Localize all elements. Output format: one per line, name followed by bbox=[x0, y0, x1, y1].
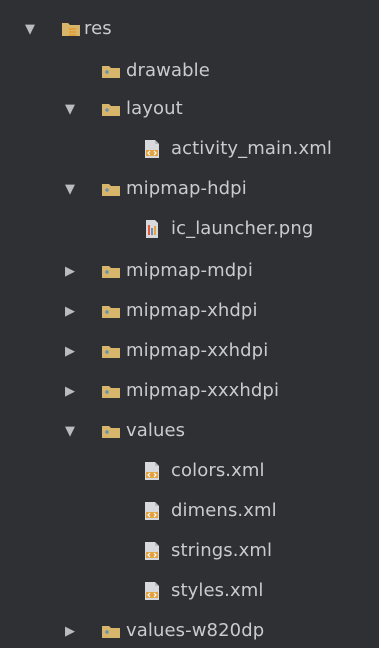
tree-node-mipmap-xhdpi[interactable]: ▶ mipmap-xhdpi bbox=[0, 292, 379, 330]
expand-arrow-icon[interactable]: ▼ bbox=[62, 423, 78, 439]
tree-node-styles-xml[interactable]: styles.xml bbox=[0, 572, 379, 610]
xml-file-icon bbox=[145, 462, 159, 480]
tree-label: mipmap-hdpi bbox=[126, 178, 247, 199]
resource-folder-icon bbox=[62, 23, 80, 36]
tree-label: activity_main.xml bbox=[171, 138, 332, 159]
folder-icon bbox=[102, 266, 120, 278]
tree-node-res[interactable]: ▼ res bbox=[0, 10, 379, 48]
tree-label: mipmap-mdpi bbox=[126, 260, 253, 281]
folder-icon bbox=[102, 306, 120, 318]
tree-node-ic-launcher-png[interactable]: ic_launcher.png bbox=[0, 210, 379, 248]
folder-icon bbox=[102, 104, 120, 116]
tree-label: values bbox=[126, 420, 186, 441]
folder-icon bbox=[102, 626, 120, 638]
image-file-icon bbox=[146, 220, 158, 238]
tree-label: res bbox=[84, 18, 112, 39]
folder-icon bbox=[102, 66, 120, 78]
tree-node-layout[interactable]: ▼ layout bbox=[0, 90, 379, 128]
tree-label: values-w820dp bbox=[126, 620, 265, 641]
collapse-arrow-icon[interactable]: ▶ bbox=[62, 343, 78, 359]
folder-icon bbox=[102, 386, 120, 398]
expand-arrow-icon[interactable]: ▼ bbox=[62, 181, 78, 197]
tree-node-activity-main-xml[interactable]: activity_main.xml bbox=[0, 130, 379, 168]
project-tree: ▼ res drawable ▼ layout activity_main.xm… bbox=[0, 0, 379, 648]
tree-label: styles.xml bbox=[171, 580, 264, 601]
expand-arrow-icon[interactable]: ▼ bbox=[62, 101, 78, 117]
tree-node-strings-xml[interactable]: strings.xml bbox=[0, 532, 379, 570]
collapse-arrow-icon[interactable]: ▶ bbox=[62, 303, 78, 319]
xml-file-icon bbox=[145, 542, 159, 560]
tree-label: ic_launcher.png bbox=[171, 218, 314, 239]
tree-label: strings.xml bbox=[171, 540, 273, 561]
folder-icon bbox=[102, 346, 120, 358]
tree-node-mipmap-xxhdpi[interactable]: ▶ mipmap-xxhdpi bbox=[0, 332, 379, 370]
tree-node-mipmap-xxxhdpi[interactable]: ▶ mipmap-xxxhdpi bbox=[0, 372, 379, 410]
tree-node-dimens-xml[interactable]: dimens.xml bbox=[0, 492, 379, 530]
tree-node-mipmap-hdpi[interactable]: ▼ mipmap-hdpi bbox=[0, 170, 379, 208]
tree-node-values[interactable]: ▼ values bbox=[0, 412, 379, 450]
tree-label: mipmap-xxxhdpi bbox=[126, 380, 280, 401]
collapse-arrow-icon[interactable]: ▶ bbox=[62, 263, 78, 279]
xml-file-icon bbox=[145, 582, 159, 600]
tree-label: drawable bbox=[126, 60, 210, 81]
tree-label: mipmap-xxhdpi bbox=[126, 340, 269, 361]
xml-file-icon bbox=[145, 502, 159, 520]
expand-arrow-icon[interactable]: ▼ bbox=[22, 21, 38, 37]
xml-file-icon bbox=[145, 140, 159, 158]
folder-icon bbox=[102, 184, 120, 196]
tree-node-drawable[interactable]: drawable bbox=[0, 52, 379, 90]
tree-label: mipmap-xhdpi bbox=[126, 300, 258, 321]
collapse-arrow-icon[interactable]: ▶ bbox=[62, 623, 78, 639]
tree-node-colors-xml[interactable]: colors.xml bbox=[0, 452, 379, 490]
tree-label: colors.xml bbox=[171, 460, 265, 481]
folder-icon bbox=[102, 426, 120, 438]
tree-node-mipmap-mdpi[interactable]: ▶ mipmap-mdpi bbox=[0, 252, 379, 290]
tree-node-values-w820dp[interactable]: ▶ values-w820dp bbox=[0, 612, 379, 648]
tree-label: layout bbox=[126, 98, 183, 119]
tree-label: dimens.xml bbox=[171, 500, 277, 521]
collapse-arrow-icon[interactable]: ▶ bbox=[62, 383, 78, 399]
